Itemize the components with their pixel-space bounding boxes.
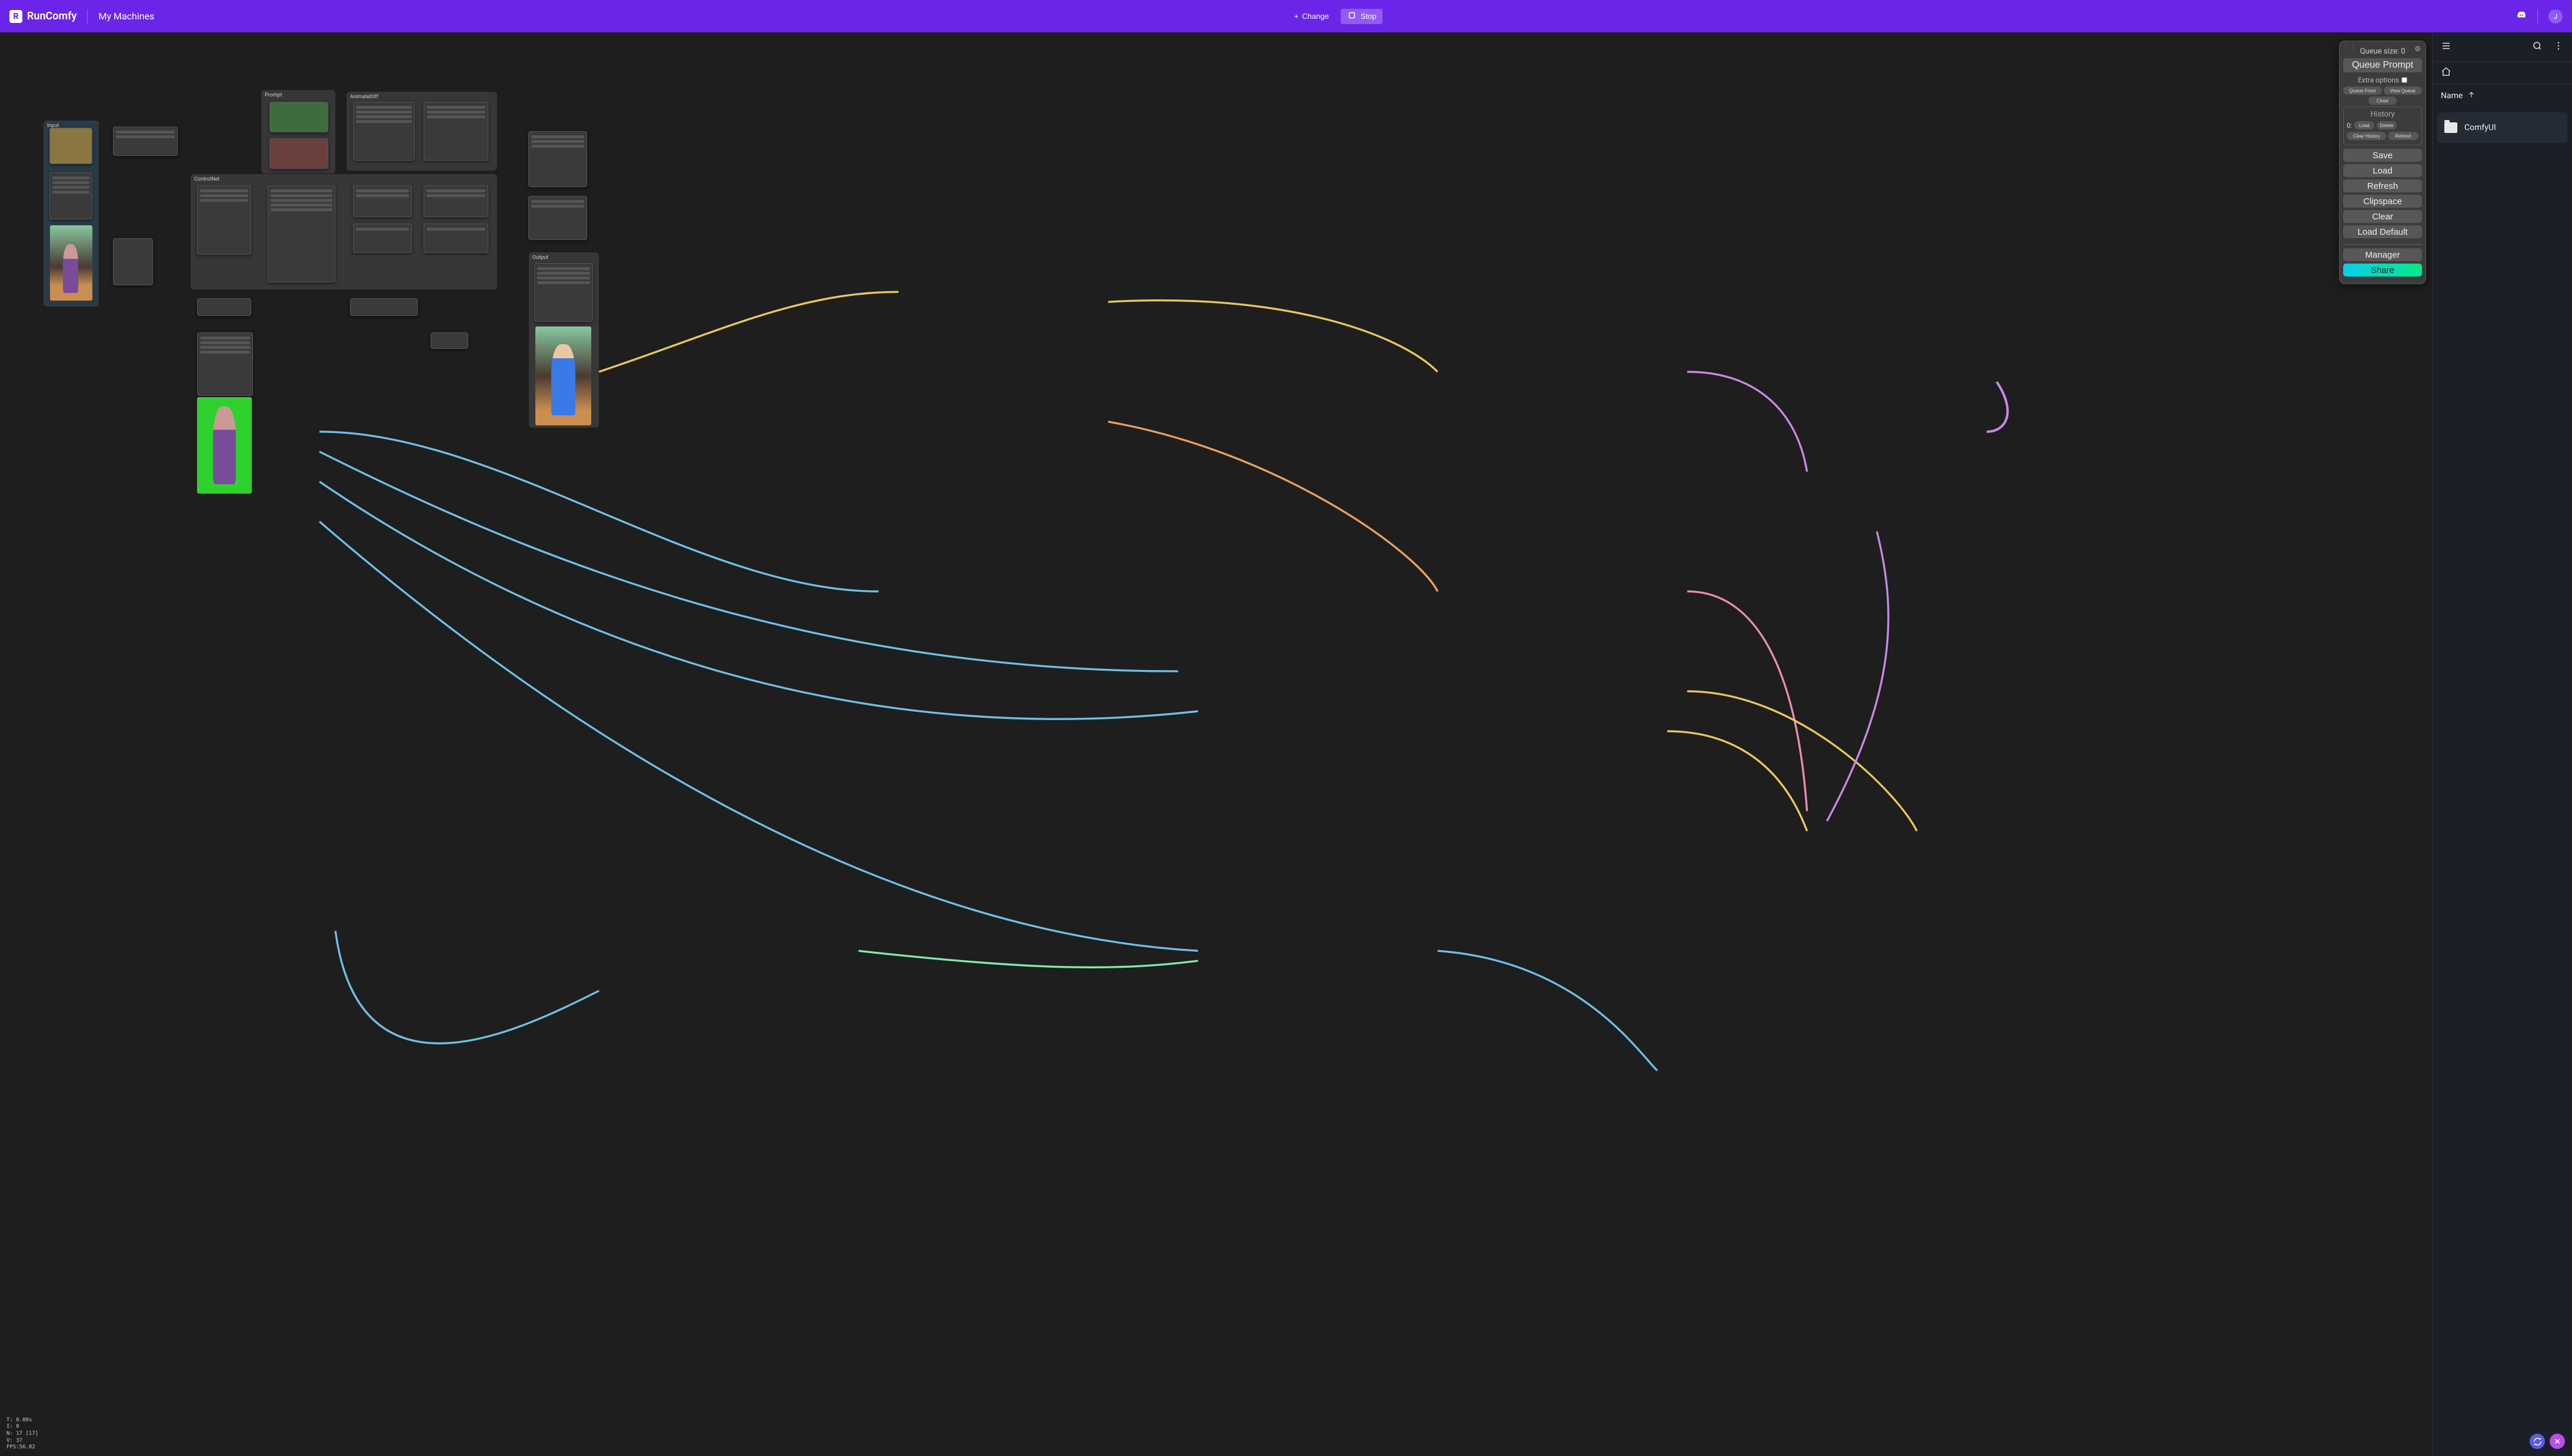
sidebar-breadcrumb bbox=[2433, 62, 2572, 84]
stat-fps: FPS:56.82 bbox=[6, 1444, 38, 1451]
change-button[interactable]: + Change bbox=[1288, 9, 1335, 24]
node[interactable] bbox=[49, 128, 92, 164]
greenscreen-image-preview[interactable] bbox=[197, 397, 252, 494]
node[interactable] bbox=[353, 185, 412, 217]
save-button[interactable]: Save bbox=[2343, 149, 2422, 162]
node[interactable] bbox=[431, 332, 468, 349]
change-label: Change bbox=[1302, 12, 1329, 21]
history-index: 0: bbox=[2347, 122, 2352, 129]
view-queue-button[interactable]: View Queue bbox=[2384, 86, 2423, 95]
stop-label: Stop bbox=[1361, 12, 1377, 21]
stat-i: I: 0 bbox=[6, 1424, 38, 1431]
nav-my-machines[interactable]: My Machines bbox=[98, 11, 154, 22]
plus-icon: + bbox=[1294, 12, 1299, 21]
node[interactable] bbox=[197, 185, 251, 255]
node[interactable] bbox=[113, 238, 153, 285]
main: Input Prompt AnimateDiff ControlNet Outp… bbox=[0, 32, 2572, 1456]
canvas-stats: T: 0.00s I: 0 N: 17 [17] V: 37 FPS:56.82 bbox=[6, 1417, 38, 1451]
clear-history-button[interactable]: Clear History bbox=[2347, 132, 2386, 140]
group-animatediff-label: AnimateDiff bbox=[350, 94, 378, 100]
search-icon[interactable] bbox=[2532, 41, 2543, 54]
header-left: R RunComfy My Machines bbox=[9, 9, 154, 24]
node[interactable] bbox=[528, 131, 587, 187]
stop-icon bbox=[1347, 10, 1357, 22]
control-panel[interactable]: ⋮⋮ ⚙ Queue size: 0 Queue Prompt Extra op… bbox=[2339, 41, 2426, 284]
discord-icon[interactable] bbox=[2516, 10, 2527, 23]
stat-v: V: 37 bbox=[6, 1438, 38, 1445]
queue-prompt-button[interactable]: Queue Prompt bbox=[2343, 58, 2422, 72]
header-divider-2 bbox=[2537, 9, 2538, 24]
node[interactable] bbox=[197, 332, 253, 396]
close-fab[interactable] bbox=[2550, 1434, 2565, 1449]
brand-logo: R bbox=[9, 10, 22, 23]
node[interactable] bbox=[528, 196, 587, 240]
node[interactable] bbox=[350, 298, 418, 316]
share-button[interactable]: Share bbox=[2343, 264, 2422, 276]
close-button[interactable]: Close bbox=[2368, 96, 2397, 105]
group-prompt-label: Prompt bbox=[265, 92, 282, 98]
fab-row bbox=[2530, 1434, 2565, 1449]
app-header: R RunComfy My Machines + Change Stop J bbox=[0, 0, 2572, 32]
node[interactable] bbox=[49, 172, 92, 219]
panel-divider bbox=[2343, 244, 2422, 245]
sidebar-name-label: Name bbox=[2441, 91, 2463, 101]
sidebar-item-label: ComfyUI bbox=[2464, 123, 2496, 132]
input-image-preview[interactable] bbox=[50, 225, 92, 301]
history-item: 0: Load Delete bbox=[2347, 121, 2418, 129]
clear-button[interactable]: Clear bbox=[2343, 210, 2422, 223]
extra-options-row: Extra options bbox=[2343, 76, 2422, 84]
history-refresh-button[interactable]: Refresh bbox=[2388, 132, 2418, 140]
queue-front-button[interactable]: Queue Front bbox=[2343, 86, 2382, 95]
header-center: + Change Stop bbox=[1288, 9, 1382, 24]
canvas[interactable]: Input Prompt AnimateDiff ControlNet Outp… bbox=[0, 32, 2432, 1456]
manager-button[interactable]: Manager bbox=[2343, 248, 2422, 261]
header-right: J bbox=[2516, 9, 2563, 24]
load-default-button[interactable]: Load Default bbox=[2343, 225, 2422, 238]
arrow-up-icon bbox=[2467, 91, 2476, 101]
panel-drag-handle[interactable]: ⋮⋮ bbox=[2343, 44, 2356, 50]
history-delete-button[interactable]: Delete bbox=[2377, 121, 2397, 129]
node[interactable] bbox=[424, 224, 488, 253]
group-controlnet-label: ControlNet bbox=[194, 176, 219, 182]
extra-options-checkbox[interactable] bbox=[2401, 77, 2407, 83]
node[interactable] bbox=[353, 102, 415, 161]
folder-icon bbox=[2444, 122, 2457, 133]
sidebar-toolbar bbox=[2433, 32, 2572, 62]
history-title: History bbox=[2347, 110, 2418, 119]
more-icon[interactable] bbox=[2553, 41, 2564, 54]
home-icon[interactable] bbox=[2441, 66, 2451, 79]
sidebar-item-comfyui[interactable]: ComfyUI bbox=[2437, 112, 2567, 143]
load-button[interactable]: Load bbox=[2343, 164, 2422, 177]
avatar[interactable]: J bbox=[2548, 9, 2563, 24]
node[interactable] bbox=[197, 298, 251, 316]
extra-options-label: Extra options bbox=[2358, 76, 2399, 84]
node[interactable] bbox=[268, 185, 335, 282]
sidebar-list: ComfyUI bbox=[2433, 108, 2572, 148]
sidebar-sort-row[interactable]: Name bbox=[2433, 84, 2572, 108]
brand-name: RunComfy bbox=[27, 10, 76, 22]
output-image-preview[interactable] bbox=[535, 326, 591, 425]
node[interactable] bbox=[424, 185, 488, 217]
node[interactable] bbox=[424, 102, 488, 161]
group-output-label: Output bbox=[532, 255, 548, 261]
history-load-button[interactable]: Load bbox=[2354, 121, 2374, 129]
stat-n: N: 17 [17] bbox=[6, 1431, 38, 1438]
header-divider bbox=[87, 9, 88, 24]
file-sidebar: Name ComfyUI bbox=[2432, 32, 2572, 1456]
history-box: History 0: Load Delete Clear History Ref… bbox=[2343, 106, 2422, 145]
brand[interactable]: R RunComfy bbox=[9, 10, 76, 23]
node[interactable] bbox=[353, 224, 412, 253]
sync-fab[interactable] bbox=[2530, 1434, 2545, 1449]
refresh-button[interactable]: Refresh bbox=[2343, 179, 2422, 192]
node-prompt-negative[interactable] bbox=[269, 138, 328, 169]
stat-t: T: 0.00s bbox=[6, 1417, 38, 1424]
clipspace-button[interactable]: Clipspace bbox=[2343, 195, 2422, 208]
node[interactable] bbox=[113, 126, 178, 156]
gear-icon[interactable]: ⚙ bbox=[2414, 45, 2421, 53]
node[interactable] bbox=[534, 263, 593, 322]
stop-button[interactable]: Stop bbox=[1341, 9, 1382, 24]
menu-icon[interactable] bbox=[2441, 41, 2451, 54]
node-prompt-positive[interactable] bbox=[269, 102, 328, 132]
